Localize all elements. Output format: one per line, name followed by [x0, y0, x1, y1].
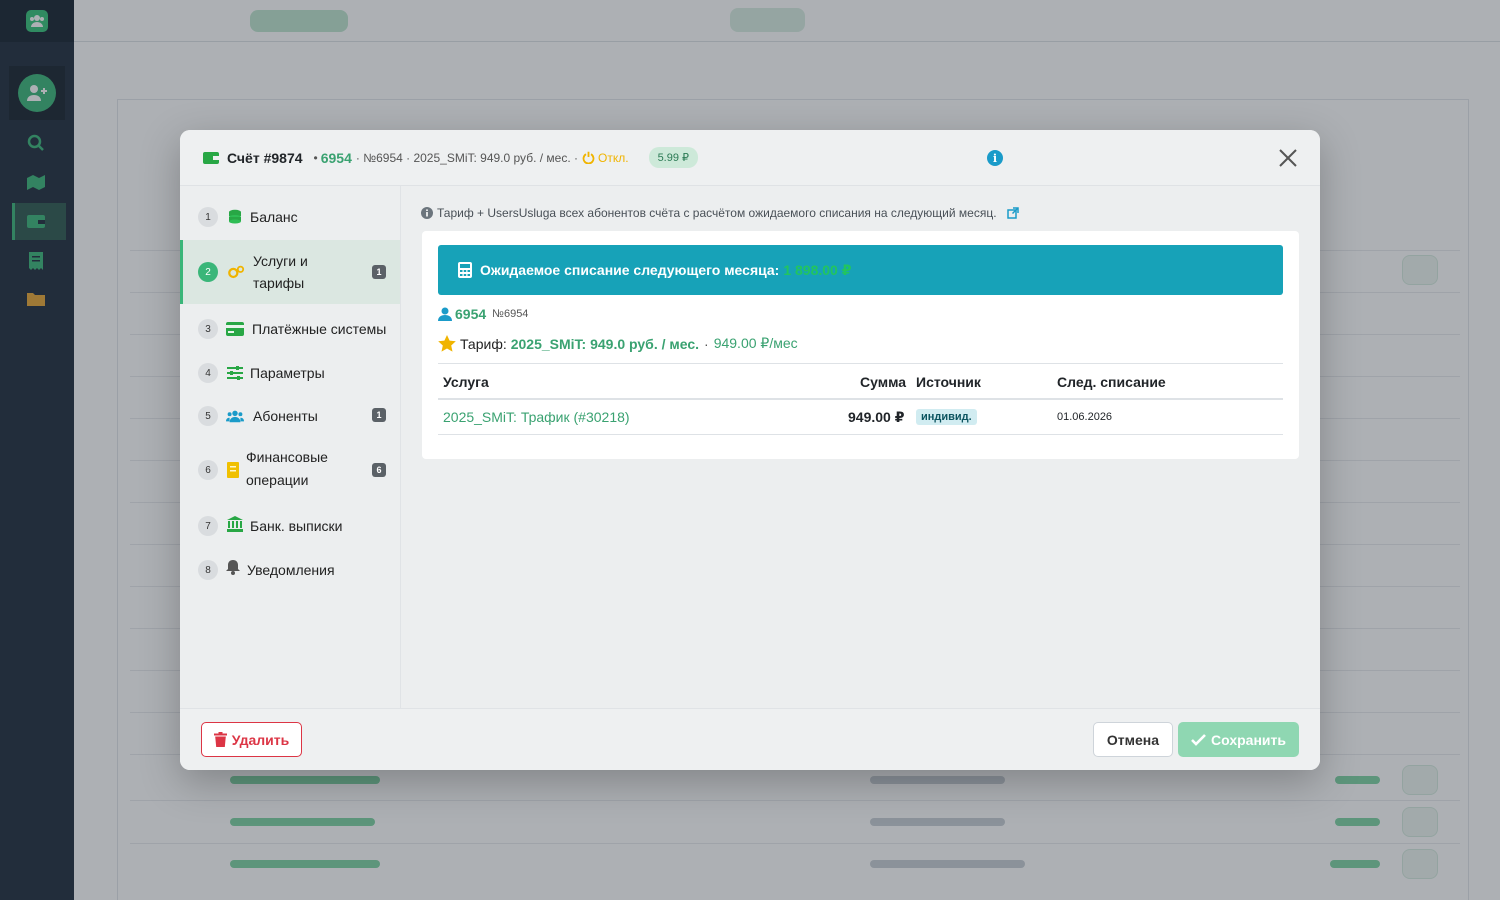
- credit-card-icon: [226, 321, 244, 337]
- column-header-source: Источник: [916, 374, 981, 390]
- hint-label: Тариф + UsersUsluga всех абонентов счёта…: [437, 206, 997, 220]
- table-header: Услуга Сумма Источник След. списание: [438, 363, 1283, 400]
- trash-icon: [213, 732, 227, 747]
- wallet-icon: [203, 151, 219, 164]
- nav-item-bank-statements[interactable]: 7 Банк. выписки: [180, 502, 400, 546]
- forecast-card: Ожидаемое списание следующего месяца: 1 …: [422, 231, 1299, 459]
- source-badge: индивид.: [916, 409, 977, 425]
- tariff-line: Тариф: 2025_SMiT: 949.0 руб. / мес. · 94…: [438, 335, 798, 352]
- cancel-button[interactable]: Отмена: [1093, 722, 1173, 757]
- nav-item-payment-systems[interactable]: 3 Платёжные системы: [180, 306, 400, 350]
- nav-label-line2: тарифы: [253, 275, 305, 291]
- gears-icon: [227, 264, 245, 280]
- modal-header: Счёт #9874 • 6954 · №6954 · 2025_SMiT: 9…: [180, 130, 1320, 186]
- bank-icon: [226, 516, 244, 532]
- calculator-icon: [458, 262, 472, 278]
- nav-label-line2: операции: [246, 472, 309, 488]
- count-badge: 1: [372, 265, 386, 279]
- info-circle-icon: [421, 207, 433, 219]
- service-sum: 949.00 ₽: [848, 409, 905, 425]
- sliders-icon: [226, 365, 244, 381]
- nav-item-balance[interactable]: 1 Баланс: [180, 195, 400, 239]
- column-header-service: Услуга: [443, 374, 489, 390]
- step-number: 5: [198, 406, 218, 426]
- subscriber-line: 6954 №6954: [438, 306, 528, 322]
- nav-label: Финансовые: [246, 449, 328, 465]
- power-icon: [582, 151, 595, 164]
- nav-label: Уведомления: [247, 562, 335, 578]
- column-header-sum: Сумма: [860, 374, 907, 390]
- bell-icon: [224, 559, 242, 575]
- status-off: Откл.: [582, 151, 629, 165]
- title-separator: •: [313, 150, 318, 165]
- star-icon: [438, 335, 456, 352]
- step-number: 7: [198, 516, 218, 536]
- expected-charge-banner: Ожидаемое списание следующего месяца: 1 …: [438, 245, 1283, 295]
- count-badge: 6: [372, 463, 386, 477]
- nav-label: Услуги и: [253, 253, 308, 269]
- expected-amount: 1 898.00 ₽: [783, 261, 852, 278]
- service-link[interactable]: 2025_SMiT: Трафик (#30218): [443, 409, 630, 425]
- tariff-price: 949.00 ₽/мес: [713, 335, 798, 351]
- info-icon[interactable]: i: [987, 150, 1003, 166]
- modal-title: Счёт #9874: [227, 149, 303, 166]
- nav-item-notifications[interactable]: 8 Уведомления: [180, 546, 400, 590]
- save-label: Сохранить: [1211, 731, 1286, 748]
- account-modal: Счёт #9874 • 6954 · №6954 · 2025_SMiT: 9…: [180, 130, 1320, 770]
- nav-label: Параметры: [250, 365, 325, 381]
- step-number: 3: [198, 319, 218, 339]
- nav-item-services[interactable]: 2 Услуги и тарифы 1: [180, 240, 400, 304]
- nav-item-parameters[interactable]: 4 Параметры: [180, 350, 400, 394]
- nav-label: Абоненты: [253, 408, 318, 424]
- tariff-name-link[interactable]: 2025_SMiT: 949.0 руб. / мес.: [511, 336, 699, 352]
- services-table: Услуга Сумма Источник След. списание 202…: [438, 363, 1283, 435]
- external-link-icon[interactable]: [1006, 207, 1019, 219]
- receipt-icon: [224, 462, 242, 478]
- coins-icon: [226, 209, 244, 225]
- tariff-separator: ·: [704, 335, 709, 352]
- modal-footer: Удалить Отмена Сохранить: [180, 708, 1320, 770]
- nav-item-subscribers[interactable]: 5 Абоненты 1: [180, 394, 400, 438]
- step-number: 8: [198, 560, 218, 580]
- step-number: 6: [198, 460, 218, 480]
- delete-label: Удалить: [231, 731, 290, 748]
- step-number: 2: [198, 262, 218, 282]
- column-header-next-charge: След. списание: [1057, 374, 1166, 390]
- account-meta: · №6954 · 2025_SMiT: 949.0 руб. / мес. ·: [355, 150, 578, 165]
- next-charge-date: 01.06.2026: [1057, 411, 1113, 423]
- subscriber-id: №6954: [492, 308, 529, 320]
- table-row: 2025_SMiT: Трафик (#30218) 949.00 ₽ инди…: [438, 400, 1283, 435]
- modal-sidebar-nav: 1 Баланс 2 Услуги и тарифы 1 3 Платёжные…: [180, 186, 401, 708]
- step-number: 4: [198, 363, 218, 383]
- nav-label: Баланс: [250, 209, 298, 225]
- users-icon: [226, 408, 244, 424]
- price-badge: 5.99 ₽: [648, 147, 699, 168]
- tariff-label: Тариф:: [460, 335, 507, 352]
- save-button[interactable]: Сохранить: [1178, 722, 1299, 757]
- hint-text: Тариф + UsersUsluga всех абонентов счёта…: [421, 206, 1019, 220]
- step-number: 1: [198, 207, 218, 227]
- check-icon: [1191, 733, 1206, 746]
- account-number-link[interactable]: 6954: [321, 150, 352, 166]
- user-icon: [438, 307, 452, 321]
- count-badge: 1: [372, 408, 386, 422]
- close-icon[interactable]: [1278, 148, 1298, 168]
- nav-item-finance[interactable]: 6 Финансовые операции 6: [180, 438, 400, 502]
- modal-content: Тариф + UsersUsluga всех абонентов счёта…: [401, 186, 1320, 708]
- subscriber-number-link[interactable]: 6954: [455, 306, 486, 322]
- delete-button[interactable]: Удалить: [201, 722, 302, 757]
- expected-label: Ожидаемое списание следующего месяца:: [480, 262, 780, 278]
- status-label: Откл.: [598, 150, 629, 165]
- nav-label: Платёжные системы: [252, 321, 387, 337]
- nav-label: Банк. выписки: [250, 518, 343, 534]
